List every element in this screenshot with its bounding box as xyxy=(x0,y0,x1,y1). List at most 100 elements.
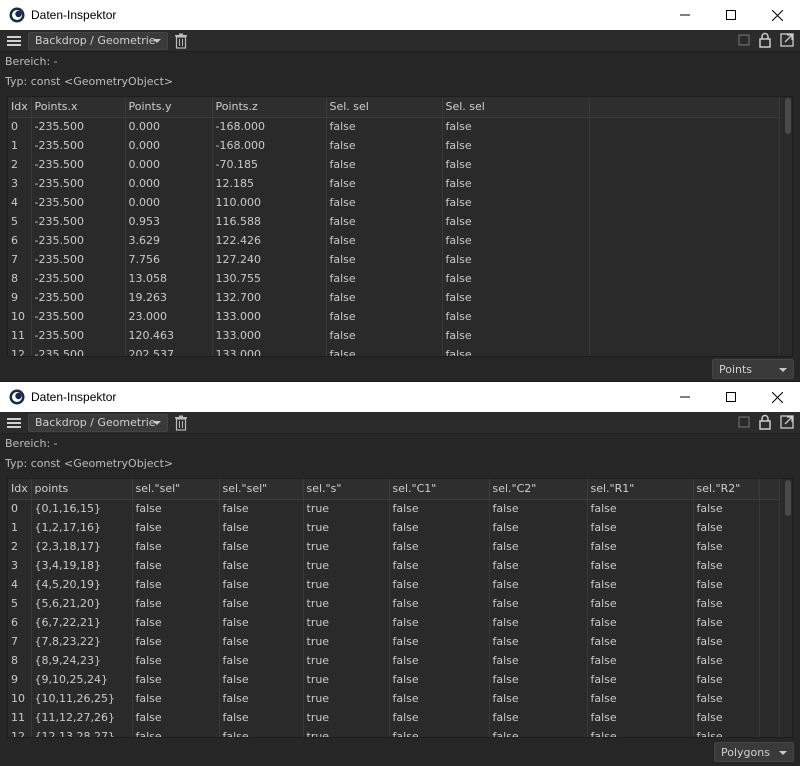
table-cell-empty xyxy=(759,575,780,594)
table-row[interactable]: 8 -235.500 13.058 130.755 false false xyxy=(8,269,780,288)
table-row[interactable]: 3 {3,4,19,18} false false true false false fals… xyxy=(8,556,780,575)
column-header[interactable]: sel."s" xyxy=(303,479,390,500)
column-header[interactable]: sel."R1" xyxy=(587,479,694,500)
path-dropdown[interactable]: Backdrop / Geometrie xyxy=(28,31,168,50)
type-label: Typ: const <GeometryObject> xyxy=(5,457,174,470)
table-row[interactable]: 2 -235.500 0.000 -70.185 false false xyxy=(8,155,780,174)
column-header[interactable]: sel."sel" xyxy=(219,479,304,500)
table-row[interactable]: 1 {1,2,17,16} false false true false false fals… xyxy=(8,518,780,537)
column-header[interactable]: sel."C2" xyxy=(489,479,588,500)
window-titlebar[interactable]: Daten-Inspektor xyxy=(0,0,800,30)
maximize-button[interactable] xyxy=(708,382,754,412)
column-header[interactable]: sel."sel" xyxy=(132,479,220,500)
path-dropdown-value: Backdrop / Geometrie xyxy=(35,34,156,47)
table-row[interactable]: 6 -235.500 3.629 122.426 false false xyxy=(8,231,780,250)
table-cell: false xyxy=(132,575,220,594)
table-row[interactable]: 5 {5,6,21,20} false false true false false fals… xyxy=(8,594,780,613)
table-cell: false xyxy=(489,594,588,613)
table-row[interactable]: 0 {0,1,16,15} false false true false false fals… xyxy=(8,499,780,518)
table-row[interactable]: 12 {12,13,28,27} false false true false false f… xyxy=(8,727,780,737)
column-header[interactable]: sel."C1" xyxy=(389,479,490,500)
column-header[interactable]: Points.x xyxy=(31,97,126,118)
lock-icon[interactable] xyxy=(758,414,772,430)
column-header[interactable]: Idx xyxy=(8,479,32,500)
table-row[interactable]: 12 -235.500 202.537 133.000 false false xyxy=(8,345,780,356)
points-table[interactable]: Idx Points.x Points.y Points.z Sel. sel Sel. … xyxy=(7,96,793,357)
table-cell: false xyxy=(389,727,490,737)
bottom-bar: Polygons xyxy=(0,740,800,764)
table-row[interactable]: 9 {9,10,25,24} false false true false false fal… xyxy=(8,670,780,689)
table-cell-empty xyxy=(759,708,780,727)
table-cell: {8,9,24,23} xyxy=(31,651,133,670)
external-window-icon[interactable] xyxy=(780,415,794,429)
column-header[interactable]: points xyxy=(31,479,133,500)
table-row[interactable]: 8 {8,9,24,23} false false true false false fals… xyxy=(8,651,780,670)
table-row[interactable]: 3 -235.500 0.000 12.185 false false xyxy=(8,174,780,193)
table-cell: false xyxy=(219,575,304,594)
table-cell: false xyxy=(219,689,304,708)
bottom-bar: Points xyxy=(0,357,800,381)
mode-dropdown-value: Points xyxy=(719,362,753,376)
path-dropdown[interactable]: Backdrop / Geometrie xyxy=(28,413,168,432)
table-row[interactable]: 5 -235.500 0.953 116.588 false false xyxy=(8,212,780,231)
minimize-button[interactable] xyxy=(662,0,708,30)
table-cell: false xyxy=(326,193,443,212)
column-header[interactable]: Idx xyxy=(8,97,32,118)
mode-dropdown[interactable]: Points xyxy=(712,359,794,379)
table-cell-empty xyxy=(589,345,780,356)
hamburger-menu-icon[interactable] xyxy=(6,34,22,48)
polygons-table[interactable]: Idx points sel."sel" sel."sel" sel."s" sel."C… xyxy=(7,478,793,738)
table-cell: -235.500 xyxy=(31,269,126,288)
table-row[interactable]: 11 -235.500 120.463 133.000 false false xyxy=(8,326,780,345)
close-button[interactable] xyxy=(754,382,800,412)
table-row[interactable]: 1 -235.500 0.000 -168.000 false false xyxy=(8,136,780,155)
table-row[interactable]: 10 {10,11,26,25} false false true false false f… xyxy=(8,689,780,708)
external-window-icon[interactable] xyxy=(780,33,794,47)
table-cell-empty xyxy=(759,727,780,737)
table-cell: false xyxy=(489,651,588,670)
table-cell: true xyxy=(303,708,390,727)
minimize-button[interactable] xyxy=(662,382,708,412)
table-row[interactable]: 6 {6,7,22,21} false false true false false fals… xyxy=(8,613,780,632)
checkbox-icon[interactable] xyxy=(738,34,750,46)
close-icon xyxy=(771,9,783,21)
table-row[interactable]: 10 -235.500 23.000 133.000 false false xyxy=(8,307,780,326)
table-row[interactable]: 7 -235.500 7.756 127.240 false false xyxy=(8,250,780,269)
table-cell: false xyxy=(442,212,590,231)
chevron-down-icon xyxy=(153,420,161,425)
maximize-button[interactable] xyxy=(708,0,754,30)
table-row[interactable]: 7 {7,8,23,22} false false true false false fals… xyxy=(8,632,780,651)
table-cell-empty xyxy=(589,250,780,269)
table-cell: false xyxy=(442,307,590,326)
checkbox-icon[interactable] xyxy=(738,416,750,428)
vertical-scrollbar-thumb[interactable] xyxy=(785,480,791,516)
table-cell: false xyxy=(132,594,220,613)
hamburger-menu-icon[interactable] xyxy=(6,416,22,430)
table-cell: false xyxy=(132,518,220,537)
column-header[interactable]: Points.z xyxy=(212,97,327,118)
column-header[interactable]: sel."R2" xyxy=(693,479,760,500)
table-row[interactable]: 4 -235.500 0.000 110.000 false false xyxy=(8,193,780,212)
column-header[interactable]: Sel. sel xyxy=(326,97,443,118)
lock-icon[interactable] xyxy=(758,32,772,48)
table-cell-empty xyxy=(589,212,780,231)
table-row[interactable]: 9 -235.500 19.263 132.700 false false xyxy=(8,288,780,307)
table-row[interactable]: 11 {11,12,27,26} false false true false false f… xyxy=(8,708,780,727)
table-cell: false xyxy=(693,708,760,727)
table-cell: 11 xyxy=(8,326,32,345)
table-cell: -235.500 xyxy=(31,117,126,136)
table-cell: 3.629 xyxy=(125,231,213,250)
window-titlebar[interactable]: Daten-Inspektor xyxy=(0,382,800,412)
trash-icon[interactable] xyxy=(174,415,188,431)
inspector-toolbar: Backdrop / Geometrie xyxy=(0,30,800,52)
vertical-scrollbar-thumb[interactable] xyxy=(785,98,791,134)
mode-dropdown[interactable]: Polygons xyxy=(714,742,794,762)
column-header[interactable]: Sel. sel xyxy=(442,97,590,118)
table-row[interactable]: 4 {4,5,20,19} false false true false false fals… xyxy=(8,575,780,594)
table-row[interactable]: 2 {2,3,18,17} false false true false false fals… xyxy=(8,537,780,556)
column-header[interactable]: Points.y xyxy=(125,97,213,118)
close-button[interactable] xyxy=(754,0,800,30)
table-row[interactable]: 0 -235.500 0.000 -168.000 false false xyxy=(8,117,780,136)
trash-icon[interactable] xyxy=(174,33,188,49)
table-cell: false xyxy=(326,212,443,231)
